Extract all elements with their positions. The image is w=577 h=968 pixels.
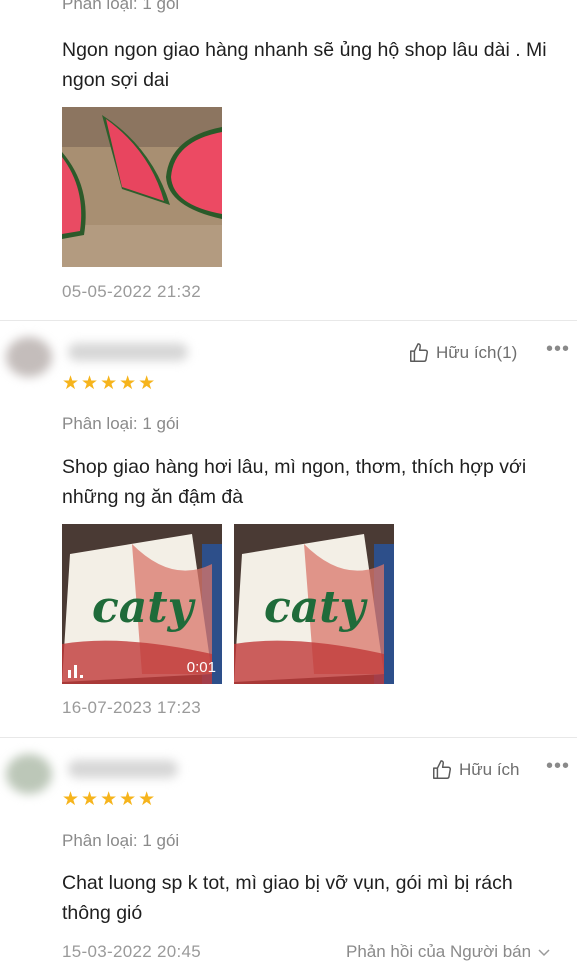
star-rating: ★★★★★ (62, 373, 158, 394)
review2-date: 16-07-2023 17:23 (62, 698, 202, 717)
seller-reply-label: Phản hồi của Người bán (346, 942, 532, 961)
seller-reply-toggle[interactable]: Phản hồi của Người bán (346, 942, 551, 962)
thumbs-up-icon (433, 760, 452, 779)
pack-brand-text: caty (92, 582, 197, 633)
avatar[interactable] (6, 754, 52, 794)
reviewer-name-blurred (68, 760, 178, 778)
separator (0, 737, 577, 738)
review2-comment: Shop giao hàng hơi lâu, mì ngon, thơm, t… (62, 456, 527, 508)
review3-comment: Chat luong sp k tot, mì giao bị vỡ vụn, … (62, 872, 513, 924)
video-duration: 0:01 (186, 659, 216, 676)
review2-variant: Phân loại: 1 gói (62, 414, 180, 433)
video-bars-icon (68, 660, 88, 678)
review1-photo-watermelon[interactable] (62, 107, 222, 267)
review1-date: 05-05-2022 21:32 (62, 282, 202, 301)
watermelon-image (62, 107, 222, 267)
helpful-button[interactable]: Hữu ích (431, 759, 520, 781)
pack-brand-text: caty (264, 582, 369, 633)
helpful-label: Hữu ích (459, 760, 520, 779)
helpful-button[interactable]: Hữu ích(1) (408, 342, 517, 364)
more-options-icon[interactable]: ••• (546, 755, 570, 778)
review2-video-thumbnail[interactable]: caty 0:01 (62, 524, 222, 684)
thumbs-up-icon (410, 343, 429, 362)
separator (0, 320, 577, 321)
review3-date: 15-03-2022 20:45 (62, 942, 202, 961)
review3-variant: Phân loại: 1 gói (62, 831, 180, 850)
review2-photo[interactable]: caty (234, 524, 394, 684)
helpful-label: Hữu ích(1) (436, 343, 518, 362)
reviewer-name-blurred (68, 343, 188, 361)
more-options-icon[interactable]: ••• (546, 338, 570, 361)
chevron-down-icon (538, 949, 550, 957)
review1-variant: Phân loại: 1 gói (62, 0, 180, 13)
avatar[interactable] (6, 337, 52, 377)
star-rating: ★★★★★ (62, 789, 158, 810)
review1-comment: Ngon ngon giao hàng nhanh sẽ ủng hộ shop… (62, 39, 547, 91)
noodle-pack-image: caty (234, 524, 394, 684)
